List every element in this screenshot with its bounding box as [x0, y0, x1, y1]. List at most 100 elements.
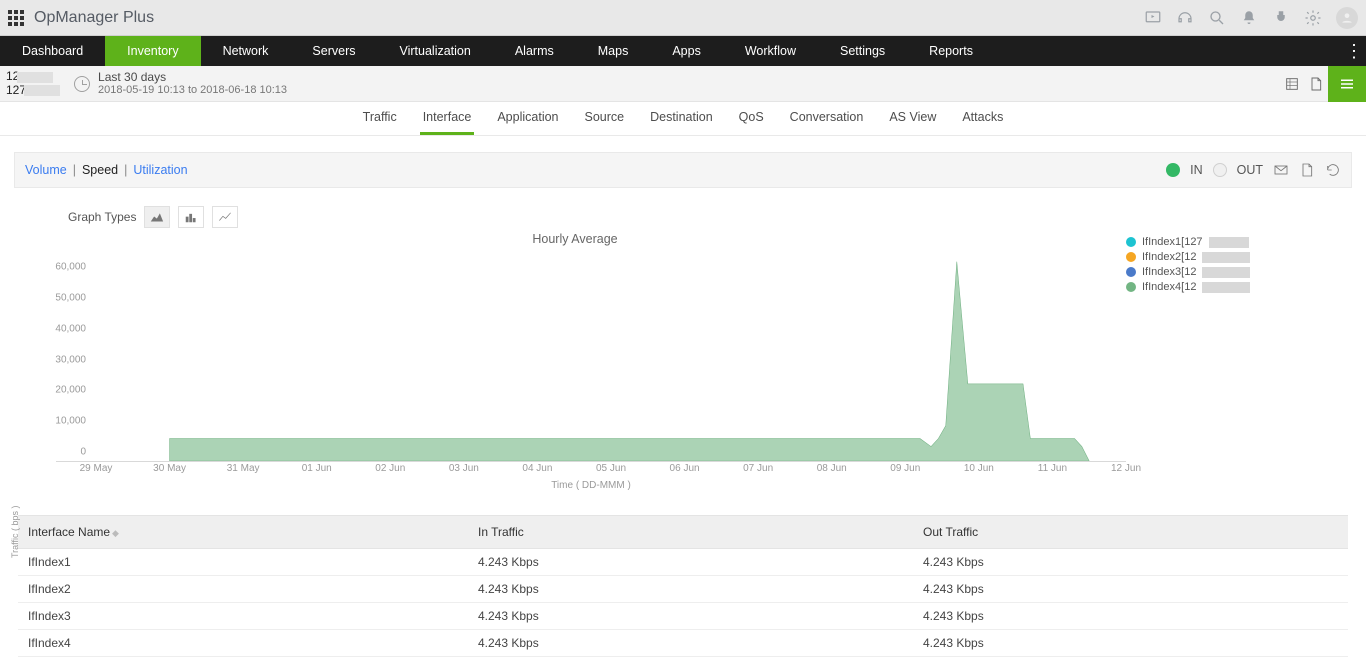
ip-line2: 127 — [6, 83, 26, 97]
gear-icon[interactable] — [1304, 9, 1322, 27]
cell-in-traffic: 4.243 Kbps — [478, 636, 923, 650]
cell-out-traffic: 4.243 Kbps — [923, 609, 1338, 623]
main-nav: Dashboard Inventory Network Servers Virt… — [0, 36, 1366, 66]
refresh-icon[interactable] — [1325, 162, 1341, 178]
subtab-asview[interactable]: AS View — [886, 102, 939, 135]
table-row[interactable]: IfIndex34.243 Kbps4.243 Kbps — [18, 603, 1348, 630]
chart-plot[interactable]: 010,00020,00030,00040,00050,00060,000 29… — [56, 252, 1126, 462]
chart-title: Hourly Average — [24, 232, 1126, 246]
cell-interface-name: IfIndex1 — [28, 555, 478, 569]
subtab-traffic[interactable]: Traffic — [360, 102, 400, 135]
chart-legend: IfIndex1[127 IfIndex2[12 IfIndex3[12 IfInde… — [1126, 198, 1326, 491]
out-indicator[interactable] — [1213, 163, 1227, 177]
user-avatar[interactable] — [1336, 7, 1358, 29]
export-csv-icon[interactable] — [1280, 72, 1304, 96]
filter-bar: Volume | Speed | Utilization IN OUT — [14, 152, 1352, 188]
legend-swatch — [1126, 237, 1136, 247]
nav-tab-dashboard[interactable]: Dashboard — [0, 36, 105, 66]
x-axis: 29 May30 May31 May01 Jun02 Jun03 Jun04 J… — [96, 463, 1126, 477]
legend-mask — [1202, 282, 1250, 293]
mail-icon[interactable] — [1273, 162, 1289, 178]
screen-icon[interactable] — [1144, 9, 1162, 27]
legend-mask — [1202, 267, 1250, 278]
graph-type-bar[interactable] — [178, 206, 204, 228]
product-title: OpManager Plus — [34, 9, 154, 27]
subtab-interface[interactable]: Interface — [420, 102, 475, 135]
legend-item-3[interactable]: IfIndex4[12 — [1126, 281, 1326, 293]
legend-item-0[interactable]: IfIndex1[127 — [1126, 236, 1326, 248]
device-ip[interactable]: 12 127 — [0, 70, 66, 96]
graph-types-label: Graph Types — [68, 210, 136, 224]
chart-region: Graph Types Hourly Average 010,00020,000… — [0, 188, 1366, 501]
export-pdf-icon[interactable] — [1304, 72, 1328, 96]
subtab-conversation[interactable]: Conversation — [787, 102, 867, 135]
cell-in-traffic: 4.243 Kbps — [478, 582, 923, 596]
legend-swatch — [1126, 252, 1136, 262]
bell-icon[interactable] — [1240, 9, 1258, 27]
chart-area — [96, 252, 1126, 461]
cell-interface-name: IfIndex2 — [28, 582, 478, 596]
in-label: IN — [1190, 163, 1203, 177]
legend-swatch — [1126, 267, 1136, 277]
nav-tab-workflow[interactable]: Workflow — [723, 36, 818, 66]
plug-icon[interactable] — [1272, 9, 1290, 27]
headset-icon[interactable] — [1176, 9, 1194, 27]
cell-out-traffic: 4.243 Kbps — [923, 636, 1338, 650]
context-bar: 12 127 Last 30 days 2018-05-19 10:13 to … — [0, 66, 1366, 102]
subtab-attacks[interactable]: Attacks — [959, 102, 1006, 135]
cell-out-traffic: 4.243 Kbps — [923, 582, 1338, 596]
legend-mask — [1202, 252, 1250, 263]
nav-tab-virtualization[interactable]: Virtualization — [378, 36, 493, 66]
nav-tab-servers[interactable]: Servers — [290, 36, 377, 66]
legend-label: IfIndex2[12 — [1142, 251, 1196, 263]
search-icon[interactable] — [1208, 9, 1226, 27]
nav-tab-apps[interactable]: Apps — [650, 36, 723, 66]
nav-tab-reports[interactable]: Reports — [907, 36, 995, 66]
subtab-destination[interactable]: Destination — [647, 102, 716, 135]
legend-item-1[interactable]: IfIndex2[12 — [1126, 251, 1326, 263]
nav-more-icon[interactable]: ⋮ — [1342, 36, 1366, 66]
legend-swatch — [1126, 282, 1136, 292]
legend-label: IfIndex1[127 — [1142, 236, 1203, 248]
time-range[interactable]: Last 30 days 2018-05-19 10:13 to 2018-06… — [98, 70, 287, 98]
filter-utilization[interactable]: Utilization — [133, 163, 187, 177]
cell-out-traffic: 4.243 Kbps — [923, 555, 1338, 569]
in-indicator[interactable] — [1166, 163, 1180, 177]
legend-mask — [1209, 237, 1249, 248]
table-row[interactable]: IfIndex14.243 Kbps4.243 Kbps — [18, 549, 1348, 576]
cell-interface-name: IfIndex3 — [28, 609, 478, 623]
nav-tab-network[interactable]: Network — [201, 36, 291, 66]
y-axis: 010,00020,00030,00040,00050,00060,000 — [52, 252, 92, 461]
th-interface-name[interactable]: Interface Name◆ — [28, 525, 478, 539]
legend-label: IfIndex4[12 — [1142, 281, 1196, 293]
nav-tab-alarms[interactable]: Alarms — [493, 36, 576, 66]
sub-tabs: Traffic Interface Application Source Des… — [0, 102, 1366, 136]
subtab-source[interactable]: Source — [582, 102, 628, 135]
subtab-application[interactable]: Application — [494, 102, 561, 135]
legend-item-2[interactable]: IfIndex3[12 — [1126, 266, 1326, 278]
graph-type-area[interactable] — [144, 206, 170, 228]
panel-menu-icon[interactable] — [1328, 66, 1366, 102]
out-label: OUT — [1237, 163, 1263, 177]
time-range-label: Last 30 days — [98, 70, 287, 84]
th-out-traffic[interactable]: Out Traffic — [923, 525, 1338, 539]
graph-type-line[interactable] — [212, 206, 238, 228]
top-bar: OpManager Plus — [0, 0, 1366, 36]
cell-in-traffic: 4.243 Kbps — [478, 555, 923, 569]
nav-tab-inventory[interactable]: Inventory — [105, 36, 200, 66]
legend-label: IfIndex3[12 — [1142, 266, 1196, 278]
nav-tab-maps[interactable]: Maps — [576, 36, 651, 66]
subtab-qos[interactable]: QoS — [736, 102, 767, 135]
cell-in-traffic: 4.243 Kbps — [478, 609, 923, 623]
y-axis-title: Traffic ( bps ) — [10, 505, 20, 558]
apps-grid-icon[interactable] — [8, 10, 24, 26]
nav-tab-settings[interactable]: Settings — [818, 36, 907, 66]
interface-table: Interface Name◆ In Traffic Out Traffic I… — [18, 515, 1348, 657]
th-in-traffic[interactable]: In Traffic — [478, 525, 923, 539]
pdf-icon[interactable] — [1299, 162, 1315, 178]
table-row[interactable]: IfIndex44.243 Kbps4.243 Kbps — [18, 630, 1348, 657]
cell-interface-name: IfIndex4 — [28, 636, 478, 650]
filter-speed[interactable]: Speed — [82, 163, 118, 177]
table-row[interactable]: IfIndex24.243 Kbps4.243 Kbps — [18, 576, 1348, 603]
filter-volume[interactable]: Volume — [25, 163, 67, 177]
